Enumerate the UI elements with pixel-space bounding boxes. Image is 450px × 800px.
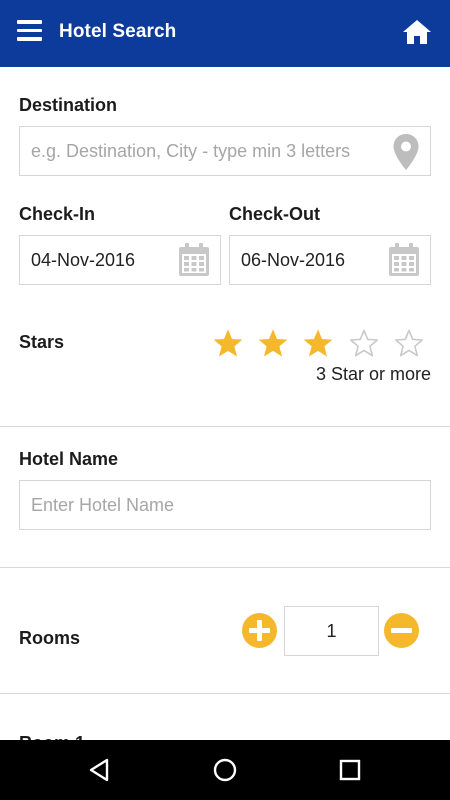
rooms-label: Rooms <box>19 628 81 648</box>
star-filled-icon[interactable] <box>250 326 295 360</box>
star-empty-icon[interactable] <box>387 326 432 360</box>
checkout-date-field[interactable]: 06-Nov-2016 <box>229 235 431 285</box>
hamburger-menu-icon[interactable] <box>17 20 42 42</box>
location-pin-icon <box>393 134 419 170</box>
checkout-label: Check-Out <box>229 204 321 224</box>
hotel-name-label: Hotel Name <box>19 449 119 469</box>
home-icon[interactable] <box>402 18 432 46</box>
stars-caption: 3 Star or more <box>315 364 431 384</box>
minus-circle-icon[interactable] <box>384 613 419 648</box>
recents-square-icon[interactable] <box>335 755 365 785</box>
calendar-icon <box>389 243 419 276</box>
checkin-date-value: 04-Nov-2016 <box>31 249 136 270</box>
star-filled-icon[interactable] <box>205 326 250 360</box>
checkin-label: Check-In <box>19 204 96 224</box>
system-nav-bar <box>0 740 450 800</box>
star-empty-icon[interactable] <box>341 326 386 360</box>
section-divider <box>0 567 450 568</box>
calendar-icon <box>179 243 209 276</box>
destination-field[interactable] <box>19 126 431 176</box>
hotel-name-input[interactable] <box>20 481 430 529</box>
back-triangle-icon[interactable] <box>85 755 115 785</box>
home-circle-icon[interactable] <box>210 755 240 785</box>
section-divider <box>0 693 450 694</box>
page-title: Hotel Search <box>59 21 177 42</box>
checkout-date-value: 06-Nov-2016 <box>241 249 346 270</box>
section-divider <box>0 426 450 427</box>
destination-label: Destination <box>19 95 118 115</box>
stars-label: Stars <box>19 332 65 352</box>
star-rating <box>205 326 433 360</box>
hotel-name-field[interactable] <box>19 480 431 530</box>
checkin-date-field[interactable]: 04-Nov-2016 <box>19 235 221 285</box>
plus-circle-icon[interactable] <box>242 613 277 648</box>
app-bar: Hotel Search <box>0 0 450 67</box>
destination-input[interactable] <box>20 127 430 175</box>
rooms-count: 1 <box>284 606 379 656</box>
star-filled-icon[interactable] <box>296 326 341 360</box>
